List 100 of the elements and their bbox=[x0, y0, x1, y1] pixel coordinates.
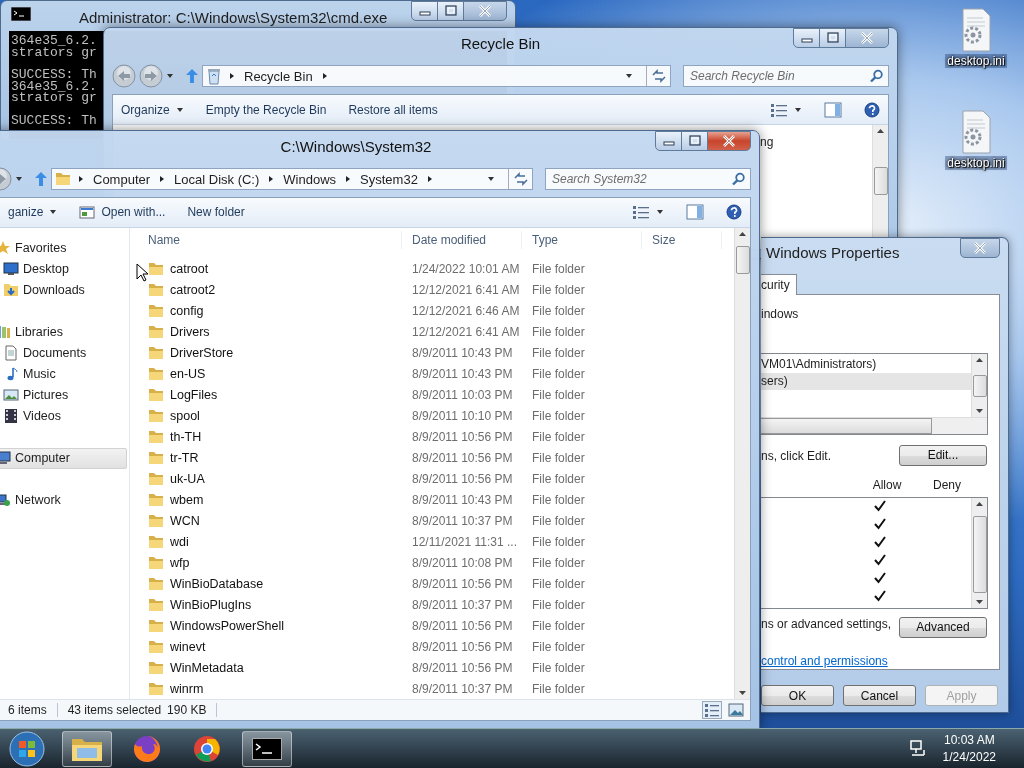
clock-time[interactable]: 10:03 AM bbox=[943, 731, 995, 749]
table-cell-text: 8/9/2011 10:37 PM bbox=[411, 513, 514, 528]
horizontal-scrollbar[interactable] bbox=[761, 416, 987, 434]
toolbar-button[interactable]: ganize bbox=[0, 201, 66, 224]
address-bar[interactable]: Recycle Bin bbox=[202, 65, 671, 87]
address-bar[interactable]: Computer Local Disk (C:) Windows System32 bbox=[51, 168, 533, 190]
column-header[interactable]: Name bbox=[138, 231, 402, 249]
file-name[interactable]: WinMetadata bbox=[170, 660, 244, 675]
list-item[interactable]: sers) bbox=[761, 372, 971, 390]
details-view-button[interactable] bbox=[702, 701, 722, 719]
file-name[interactable]: config bbox=[170, 303, 204, 318]
maximize-button[interactable] bbox=[819, 28, 846, 48]
scroll-thumb[interactable] bbox=[736, 245, 750, 274]
console-line: 364e35_6.2. bbox=[11, 80, 97, 93]
folder-icon bbox=[148, 303, 164, 318]
column-header[interactable]: Size bbox=[642, 231, 722, 249]
thumbnail-view-button[interactable] bbox=[726, 701, 746, 719]
tab[interactable]: curity bbox=[761, 273, 797, 295]
minimize-button[interactable] bbox=[655, 131, 682, 151]
nav-item[interactable]: Network bbox=[0, 489, 127, 511]
minimize-button[interactable] bbox=[793, 28, 820, 48]
scroll-thumb[interactable] bbox=[874, 167, 888, 195]
nav-item[interactable]: Computer bbox=[0, 447, 127, 469]
minimize-button[interactable] bbox=[411, 1, 438, 21]
file-name[interactable]: LogFiles bbox=[170, 387, 218, 402]
search-field[interactable]: Search System32 bbox=[545, 168, 751, 190]
scroll-thumb[interactable] bbox=[973, 374, 987, 397]
nav-item[interactable]: Libraries bbox=[0, 321, 127, 343]
toolbar-button[interactable]: Organize bbox=[113, 98, 192, 121]
window-title: Recycle Bin bbox=[460, 34, 541, 52]
breadcrumb[interactable]: System32 bbox=[358, 171, 420, 187]
object-name: indows bbox=[761, 306, 800, 321]
file-name[interactable]: winrm bbox=[170, 681, 204, 696]
file-name[interactable]: wfp bbox=[170, 555, 190, 570]
dialog-button[interactable]: OK bbox=[761, 685, 834, 706]
forward-button[interactable] bbox=[139, 64, 163, 88]
maximize-button[interactable] bbox=[681, 131, 708, 151]
file-name[interactable]: WCN bbox=[170, 513, 200, 528]
nav-item[interactable]: Music bbox=[0, 363, 127, 385]
nav-item[interactable]: Documents bbox=[0, 342, 127, 364]
breadcrumb[interactable]: Recycle Bin bbox=[242, 68, 315, 84]
file-name[interactable]: uk-UA bbox=[170, 471, 205, 486]
nav-item[interactable]: Desktop bbox=[0, 258, 127, 280]
file-name[interactable]: DriverStore bbox=[170, 345, 234, 360]
file-name[interactable]: en-US bbox=[170, 366, 206, 381]
principals-list[interactable]: VM01\Administrators) sers) bbox=[761, 352, 988, 435]
back-button[interactable] bbox=[112, 64, 136, 88]
toolbar-button[interactable]: New folder bbox=[179, 201, 253, 224]
table-cell-text: File folder bbox=[531, 345, 586, 360]
scroll-thumb[interactable] bbox=[973, 515, 987, 593]
start-button[interactable] bbox=[6, 730, 48, 767]
file-name[interactable]: catroot2 bbox=[170, 282, 216, 297]
close-button[interactable] bbox=[960, 238, 1000, 258]
table-cell-text: File folder bbox=[531, 366, 586, 381]
clock-date[interactable]: 1/24/2022 bbox=[942, 748, 996, 766]
file-name[interactable]: WinBioPlugIns bbox=[170, 597, 252, 612]
breadcrumb[interactable]: Windows bbox=[281, 171, 339, 187]
advanced-button[interactable]: Advanced bbox=[899, 616, 987, 638]
close-button[interactable] bbox=[707, 131, 751, 151]
up-button[interactable] bbox=[185, 68, 199, 84]
toolbar-button[interactable]: Open with... bbox=[71, 201, 174, 224]
dialog-button[interactable]: Cancel bbox=[843, 685, 916, 706]
up-button[interactable] bbox=[34, 171, 48, 187]
edit-button[interactable]: Edit... bbox=[899, 444, 987, 466]
column-header[interactable]: Type bbox=[522, 231, 642, 249]
folder-icon bbox=[55, 172, 71, 186]
nav-item[interactable]: Favorites bbox=[0, 237, 127, 259]
vertical-scrollbar[interactable] bbox=[734, 227, 750, 700]
file-name[interactable]: wbem bbox=[170, 492, 204, 507]
file-name[interactable]: catroot bbox=[170, 261, 209, 276]
file-name[interactable]: th-TH bbox=[170, 429, 202, 444]
taskbar-button[interactable] bbox=[62, 730, 112, 767]
maximize-button[interactable] bbox=[437, 1, 464, 21]
file-name[interactable]: winevt bbox=[170, 639, 206, 654]
close-button[interactable] bbox=[845, 28, 889, 48]
nav-item[interactable]: Videos bbox=[0, 405, 127, 427]
list-item[interactable]: VM01\Administrators) bbox=[761, 355, 971, 373]
nav-item[interactable]: Downloads bbox=[0, 279, 127, 301]
breadcrumb[interactable]: Computer bbox=[91, 171, 153, 187]
help-link[interactable]: control and permissions bbox=[761, 653, 888, 668]
file-name[interactable]: WinBioDatabase bbox=[170, 576, 264, 591]
folder-icon bbox=[148, 639, 164, 654]
search-field[interactable]: Search Recycle Bin bbox=[683, 65, 889, 87]
toolbar-button[interactable]: Restore all items bbox=[340, 98, 446, 121]
vertical-scrollbar[interactable] bbox=[971, 353, 987, 417]
file-name[interactable]: spool bbox=[170, 408, 200, 423]
file-name[interactable]: Drivers bbox=[170, 324, 210, 339]
toolbar-button[interactable]: Empty the Recycle Bin bbox=[197, 98, 335, 121]
nav-item[interactable]: Pictures bbox=[0, 384, 127, 406]
breadcrumb[interactable]: Local Disk (C:) bbox=[172, 171, 262, 187]
vertical-scrollbar[interactable] bbox=[971, 497, 987, 608]
scroll-thumb[interactable] bbox=[761, 417, 932, 434]
file-name[interactable]: WindowsPowerShell bbox=[170, 618, 284, 633]
table-cell-text: 8/9/2011 10:56 PM bbox=[411, 471, 514, 486]
taskbar-button[interactable] bbox=[242, 730, 292, 767]
close-button[interactable] bbox=[463, 1, 507, 21]
file-name[interactable]: wdi bbox=[170, 534, 189, 549]
browser-icon bbox=[192, 733, 222, 764]
file-name[interactable]: tr-TR bbox=[170, 450, 199, 465]
column-header[interactable]: Date modified bbox=[402, 231, 522, 249]
